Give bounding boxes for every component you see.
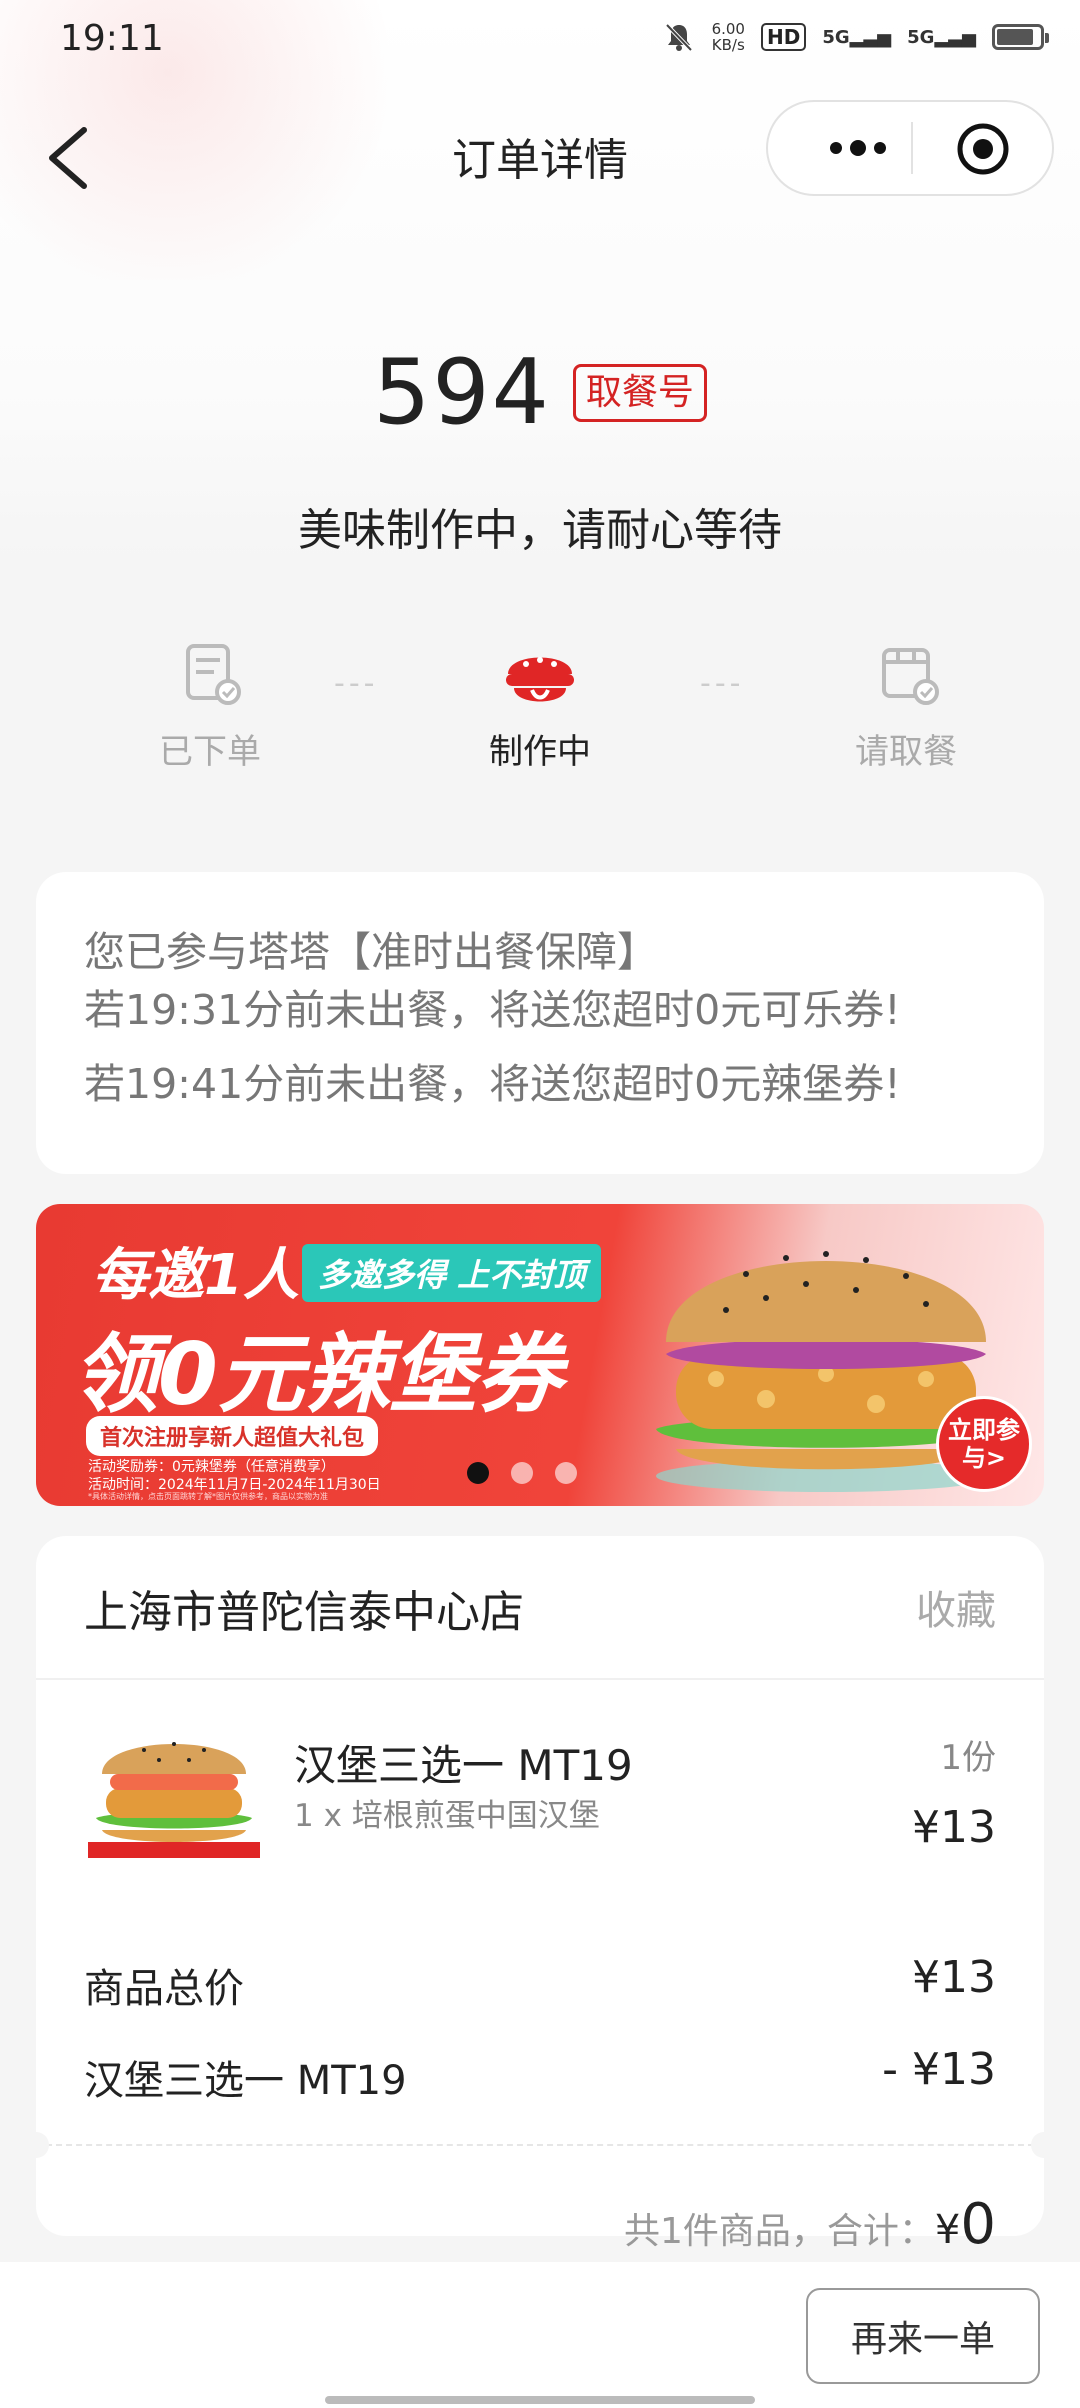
pickup-number-row: 594 取餐号 [0, 340, 1080, 445]
dashed-divider [36, 2144, 1044, 2146]
step-label: 已下单 [159, 732, 261, 772]
order-total: 共1件商品，合计：¥0 [624, 2192, 996, 2257]
step-label: 制作中 [489, 732, 591, 772]
divider [36, 1678, 1044, 1680]
banner-pill: 多邀多得 上不封顶 [302, 1244, 602, 1302]
guarantee-line-cola: 若19:31分前未出餐，将送您超时0元可乐券! [84, 986, 901, 1034]
step-connector: --- [334, 666, 379, 701]
network-speed: 6.00 KB/s [711, 20, 745, 54]
pickup-tag: 取餐号 [572, 363, 707, 422]
burger-mascot-icon [506, 657, 574, 702]
signal-5g-icon: 5G▂▃▅ [822, 26, 892, 48]
total-currency: ¥ [934, 2207, 961, 2253]
discount-label: 汉堡三选一 MT19 [84, 2058, 407, 2104]
hd-icon: HD [760, 23, 807, 51]
subtotal-label: 商品总价 [84, 1966, 244, 2012]
ticket-notch [1031, 2132, 1057, 2158]
package-check-icon [882, 648, 939, 705]
miniapp-capsule [766, 100, 1054, 196]
order-progress: 已下单 --- 制作中 --- 请取餐 [36, 640, 1044, 780]
guarantee-title: 您已参与塔塔【准时出餐保障】 [84, 928, 658, 976]
item-description: 1 x 培根煎蛋中国汉堡 [294, 1798, 600, 1834]
ticket-notch [23, 2132, 49, 2158]
status-time: 19:11 [60, 18, 164, 59]
status-bar: 19:11 6.00 KB/s HD 5G▂▃▅ 5G▂▃▅ [0, 0, 1080, 84]
capsule-divider [911, 122, 913, 174]
pickup-number: 594 [373, 340, 551, 445]
banner-page-dot[interactable] [555, 1462, 577, 1484]
banner-subtitle: 首次注册享新人超值大礼包 [86, 1416, 379, 1456]
item-quantity: 1份 [940, 1738, 996, 1778]
order-status-message: 美味制作中，请耐心等待 [298, 505, 782, 556]
store-name: 上海市普陀信泰中心店 [84, 1587, 524, 1638]
mute-bell-icon [665, 23, 693, 52]
item-name: 汉堡三选一 MT19 [294, 1741, 633, 1790]
subtotal-value: ¥13 [912, 1952, 996, 2003]
step-connector: --- [700, 666, 745, 701]
banner-page-indicator [36, 1462, 1044, 1484]
banner-disclaimer: *具体活动详情，点击页面跳转了解*图片仅供参考，商品以实物为准 [88, 1492, 328, 1501]
banner-title-invite: 每邀1人 [92, 1243, 299, 1308]
total-prefix: 共1件商品，合计： [624, 2211, 935, 2252]
bottom-action-bar: 再来一单 [0, 2262, 1080, 2408]
banner-page-dot[interactable] [511, 1462, 533, 1484]
more-options-button[interactable] [808, 102, 908, 194]
item-image [88, 1742, 260, 1858]
step-preparing: 制作中 [440, 640, 640, 773]
status-icons: 6.00 KB/s HD 5G▂▃▅ 5G▂▃▅ [662, 20, 1049, 54]
order-items-card: 上海市普陀信泰中心店 收藏 汉堡三选一 MT19 1 x 培根煎蛋中国汉堡 1份… [23, 1536, 1057, 2257]
banner-title-coupon: 领0元辣堡券 [72, 1325, 562, 1425]
total-amount: 0 [960, 2192, 996, 2257]
step-label: 请取餐 [855, 732, 957, 772]
guarantee-line-burger: 若19:41分前未出餐，将送您超时0元辣堡券! [84, 1060, 901, 1108]
promo-banner[interactable]: 每邀1人 多邀多得 上不封顶 领0元辣堡券 首次注册享新人超值大礼包 活动奖励券… [36, 1204, 1044, 1506]
close-miniapp-icon[interactable] [956, 122, 1010, 176]
reorder-button[interactable]: 再来一单 [806, 2288, 1040, 2384]
battery-icon [992, 24, 1049, 50]
favorite-button[interactable]: 收藏 [916, 1578, 996, 1636]
step-ordered: 已下单 [110, 640, 310, 773]
signal-5g-icon: 5G▂▃▅ [907, 26, 976, 48]
item-price: ¥13 [912, 1802, 996, 1853]
receipt-check-icon [186, 644, 241, 705]
step-pickup: 请取餐 [806, 640, 1006, 773]
discount-value: - ¥13 [882, 2044, 996, 2095]
home-indicator[interactable] [325, 2396, 755, 2404]
banner-page-dot[interactable] [467, 1462, 489, 1484]
on-time-guarantee-card: 您已参与塔塔【准时出餐保障】 若19:31分前未出餐，将送您超时0元可乐券! 若… [36, 872, 1044, 1174]
more-dots-icon [830, 140, 886, 156]
